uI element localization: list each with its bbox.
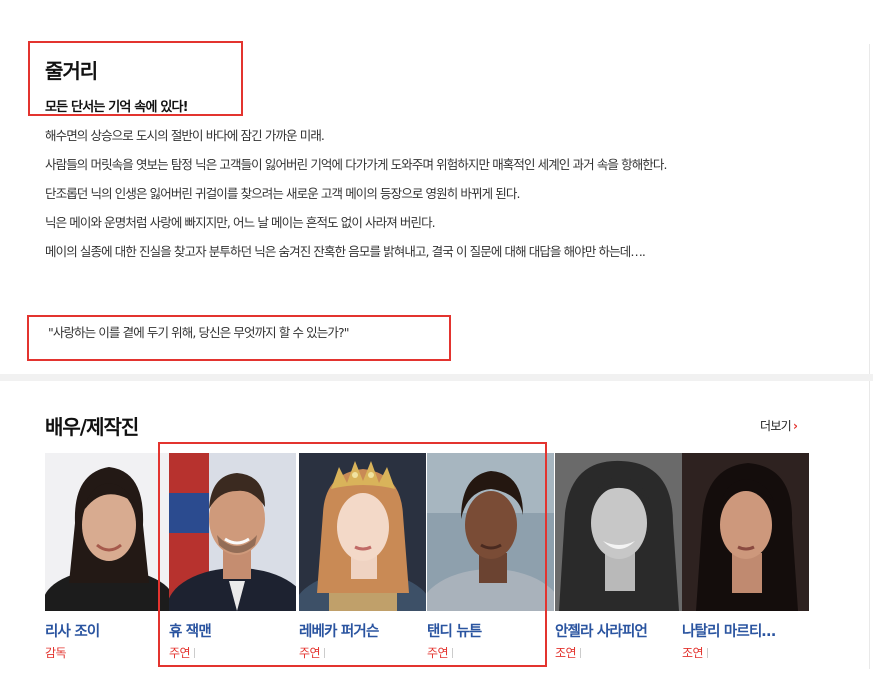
synopsis-paragraph: 메이의 실종에 대한 진실을 찾고자 분투하던 닉은 숨겨진 잔혹한 음모를 밝…: [45, 244, 646, 259]
cast-role: 조연: [555, 644, 582, 661]
cast-card[interactable]: 나탈리 마르티… 조연: [682, 453, 810, 660]
section-divider: [0, 374, 873, 381]
cast-photo[interactable]: [682, 453, 809, 611]
cast-card[interactable]: 리사 조이 감독: [45, 453, 173, 660]
cast-name[interactable]: 리사 조이: [45, 620, 100, 641]
chevron-right-icon: ›: [793, 419, 798, 433]
storyline-tagline: 모든 단서는 기억 속에 있다!: [45, 100, 189, 115]
synopsis-paragraph: 단조롭던 닉의 인생은 잃어버린 귀걸이를 찾으려는 새로운 고객 메이의 등장…: [45, 186, 520, 201]
cast-role: 조연: [682, 644, 709, 661]
synopsis-text: 해수면의 상승으로 도시의 절반이 바다에 잠긴 가까운 미래. 사람들의 머릿…: [45, 121, 815, 266]
cast-photo[interactable]: [45, 453, 172, 611]
storyline-quote: "사랑하는 이를 곁에 두기 위해, 당신은 무엇까지 할 수 있는가?": [48, 325, 349, 340]
cast-photo[interactable]: [555, 453, 682, 611]
synopsis-paragraph: 해수면의 상승으로 도시의 절반이 바다에 잠긴 가까운 미래.: [45, 128, 325, 143]
cast-role: 감독: [45, 646, 67, 660]
cast-heading: 배우/제작진: [45, 415, 139, 439]
highlight-box-lead-cast: [158, 442, 547, 667]
cast-card[interactable]: 안젤라 사라피언 조연: [555, 453, 683, 660]
cast-name[interactable]: 나탈리 마르티…: [682, 620, 776, 641]
storyline-title: 줄거리: [45, 59, 98, 83]
more-link[interactable]: 더보기 ›: [760, 417, 798, 434]
synopsis-paragraph: 사람들의 머릿속을 엿보는 탐정 닉은 고객들이 잃어버린 기억에 다가가게 도…: [45, 157, 667, 172]
cast-name[interactable]: 안젤라 사라피언: [555, 620, 648, 641]
right-divider: [869, 44, 870, 669]
synopsis-paragraph: 닉은 메이와 운명처럼 사랑에 빠지지만, 어느 날 메이는 흔적도 없이 사라…: [45, 215, 436, 230]
more-link-label: 더보기: [760, 419, 792, 433]
